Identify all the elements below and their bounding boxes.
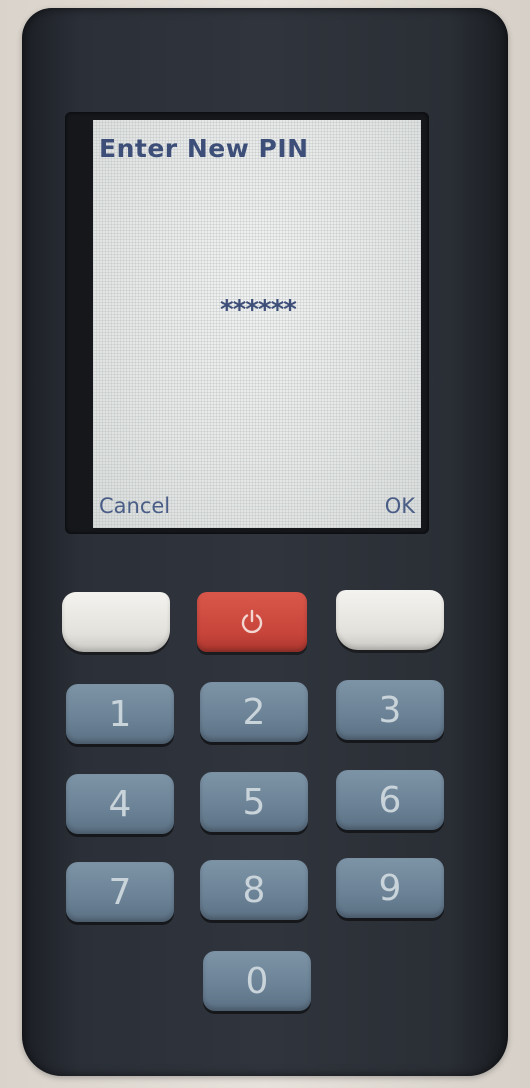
power-button[interactable] bbox=[197, 592, 307, 652]
key-8[interactable]: 8 bbox=[200, 860, 308, 920]
key-6[interactable]: 6 bbox=[336, 770, 444, 830]
key-2[interactable]: 2 bbox=[200, 682, 308, 742]
key-5[interactable]: 5 bbox=[200, 772, 308, 832]
key-4[interactable]: 4 bbox=[66, 774, 174, 834]
right-softkey-button[interactable] bbox=[336, 590, 444, 650]
pin-entry-mask: ****** bbox=[219, 295, 298, 325]
left-softkey-button[interactable] bbox=[62, 592, 170, 652]
screen-title: Enter New PIN bbox=[99, 134, 309, 163]
key-3[interactable]: 3 bbox=[336, 680, 444, 740]
key-0[interactable]: 0 bbox=[203, 951, 311, 1011]
cancel-softkey-label: Cancel bbox=[99, 494, 171, 518]
key-1[interactable]: 1 bbox=[66, 684, 174, 744]
ok-softkey-label: OK bbox=[384, 494, 415, 518]
lcd-screen: Enter New PIN ****** Cancel OK bbox=[93, 120, 421, 528]
power-icon bbox=[241, 609, 263, 634]
key-9[interactable]: 9 bbox=[336, 858, 444, 918]
key-7[interactable]: 7 bbox=[66, 862, 174, 922]
